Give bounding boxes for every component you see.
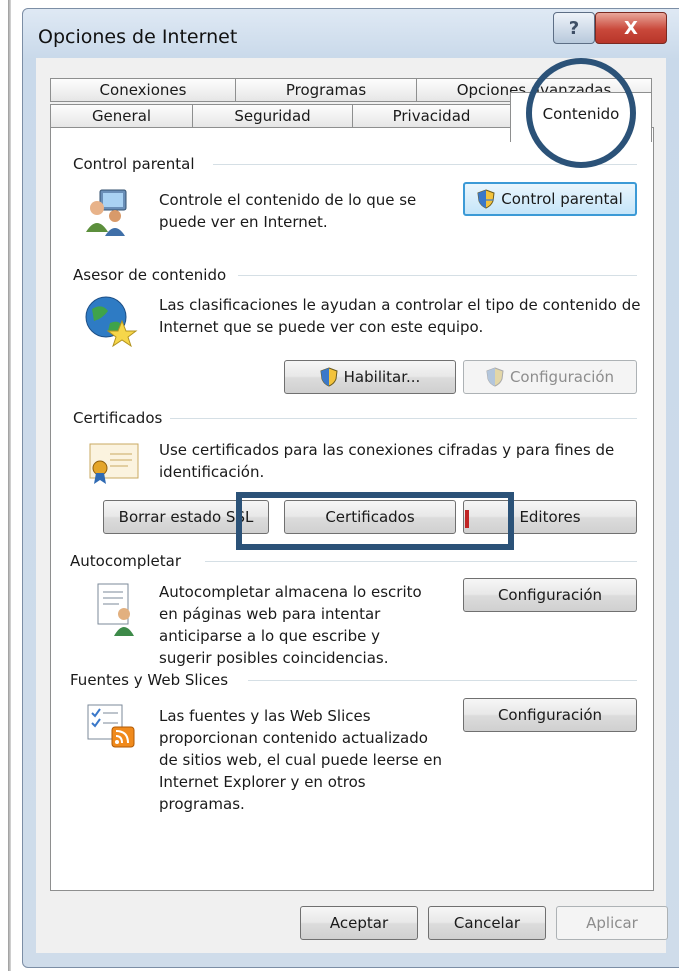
tab-conexiones[interactable]: Conexiones <box>50 78 236 102</box>
autocompletar-desc-line: Autocompletar almacena lo escrito <box>159 583 422 601</box>
fuentes-desc-line: proporcionan contenido actualizado <box>159 729 428 747</box>
asesor-divider <box>238 275 637 276</box>
autocompletar-desc-line: en páginas web para intentar <box>159 605 381 623</box>
control-parental-button[interactable]: Control parental <box>463 182 637 216</box>
autocompletar-desc-line: anticiparse a lo que escribe y <box>159 627 380 645</box>
certificados-desc-line: identificación. <box>159 463 265 481</box>
aceptar-button[interactable]: Aceptar <box>300 906 418 940</box>
autocompletar-description: Autocompletar almacena lo escrito en pág… <box>159 581 422 669</box>
certificados-desc-line: Use certificados para las conexiones cif… <box>159 441 615 459</box>
uac-shield-icon <box>320 367 338 387</box>
aplicar-button[interactable]: Aplicar <box>556 906 668 940</box>
fuentes-divider <box>248 680 637 681</box>
certificados-description: Use certificados para las conexiones cif… <box>159 439 614 483</box>
habilitar-button[interactable]: Habilitar... <box>284 360 456 394</box>
tab-seguridad[interactable]: Seguridad <box>192 104 353 128</box>
uac-shield-icon <box>486 367 504 387</box>
parental-users-icon <box>82 186 138 242</box>
control-parental-desc-line: puede ver en Internet. <box>159 213 328 231</box>
fuentes-description: Las fuentes y las Web Slices proporciona… <box>159 705 442 815</box>
tab-general[interactable]: General <box>50 104 193 128</box>
asesor-desc-line: Internet que se puede ver con este equip… <box>159 318 484 336</box>
autocompletar-title: Autocompletar <box>70 552 182 570</box>
uac-shield-icon <box>477 189 495 209</box>
fuentes-desc-line: de sitios web, el cual puede leerse en <box>159 751 443 769</box>
window-title: Opciones de Internet <box>38 26 238 48</box>
annotation-rectangle <box>236 492 514 550</box>
cancelar-button[interactable]: Cancelar <box>428 906 546 940</box>
control-parental-button-label: Control parental <box>501 190 623 208</box>
feeds-rss-icon <box>86 703 138 753</box>
fuentes-desc-line: Internet Explorer y en otros <box>159 773 366 791</box>
close-button[interactable]: X <box>595 12 667 44</box>
asesor-configuracion-label: Configuración <box>509 368 615 386</box>
asesor-description: Las clasificaciones le ayudan a controla… <box>159 294 640 338</box>
certificate-icon <box>88 440 140 490</box>
control-parental-title: Control parental <box>73 155 195 173</box>
asesor-desc-line: Las clasificaciones le ayudan a controla… <box>159 296 641 314</box>
autocompletar-configuracion-button[interactable]: Configuración <box>463 578 637 612</box>
background-window-edge <box>8 0 11 971</box>
asesor-title: Asesor de contenido <box>73 266 227 284</box>
certificados-title: Certificados <box>73 409 163 427</box>
habilitar-button-label: Habilitar... <box>343 368 421 386</box>
tab-privacidad[interactable]: Privacidad <box>352 104 511 128</box>
asesor-configuracion-button[interactable]: Configuración <box>463 360 637 394</box>
autocompletar-desc-line: sugerir posibles coincidencias. <box>159 649 389 667</box>
autocompletar-divider <box>205 561 637 562</box>
certificados-divider <box>170 418 637 419</box>
autocomplete-document-icon <box>96 582 138 642</box>
fuentes-desc-line: Las fuentes y las Web Slices <box>159 707 371 725</box>
content-advisor-globe-icon <box>82 293 138 351</box>
fuentes-desc-line: programas. <box>159 795 245 813</box>
fuentes-title: Fuentes y Web Slices <box>70 671 229 689</box>
annotation-circle <box>526 58 636 168</box>
fuentes-configuracion-button[interactable]: Configuración <box>463 698 637 732</box>
control-parental-desc-line: Controle el contenido de lo que se <box>159 191 417 209</box>
help-button[interactable]: ? <box>553 12 595 44</box>
control-parental-description: Controle el contenido de lo que se puede… <box>159 189 416 233</box>
tab-programas[interactable]: Programas <box>235 78 417 102</box>
